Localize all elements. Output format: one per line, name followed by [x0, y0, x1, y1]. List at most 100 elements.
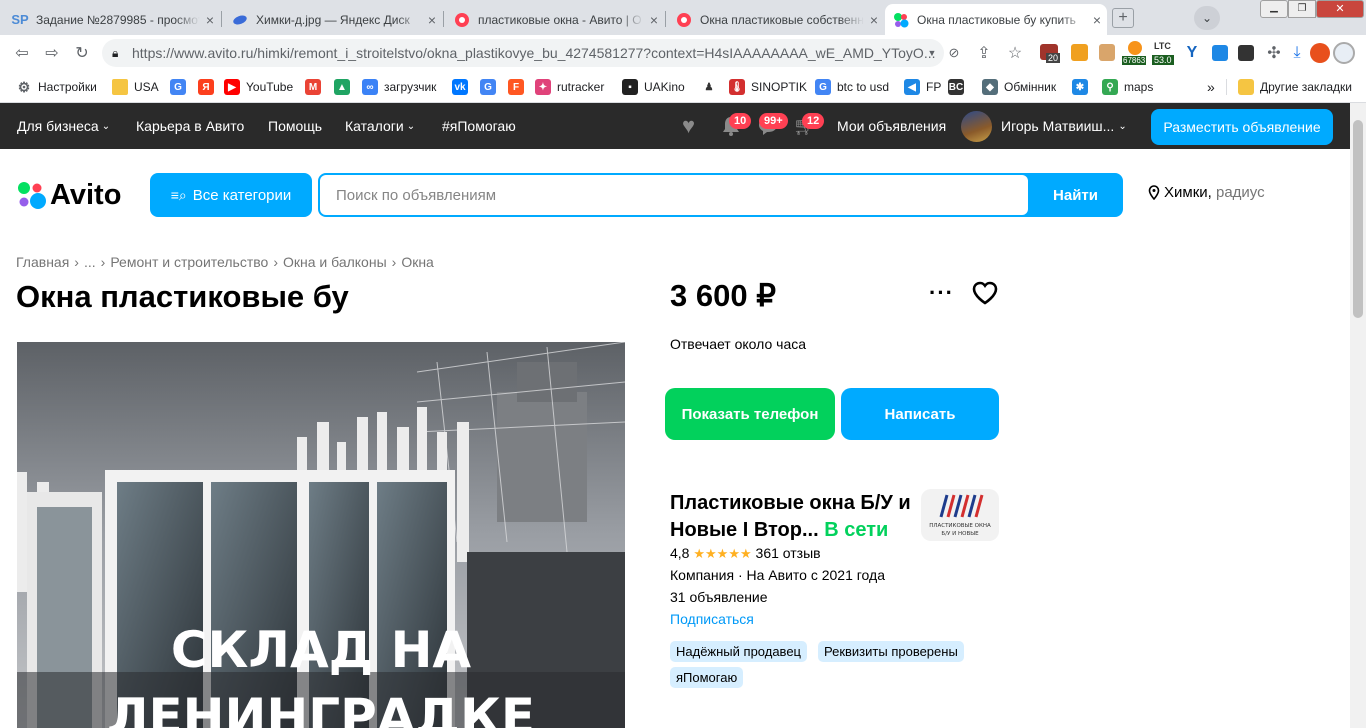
bookmark-item[interactable]: Я [198, 72, 220, 102]
seller-name-block[interactable]: Пластиковые окна Б/У и Новые I Втор... В… [670, 490, 915, 544]
lock-icon[interactable]: 🔒︎ [112, 39, 118, 67]
browser-tab[interactable]: Окна пластиковые собственн × [668, 4, 884, 35]
browser-tab-strip: SP Задание №2879985 - просмот × Химки-д.… [0, 0, 1366, 35]
tab-close-icon[interactable]: × [644, 12, 664, 28]
tab-close-icon[interactable]: × [200, 12, 220, 28]
bookmark-item[interactable]: ◀ FP [904, 72, 941, 102]
bookmark-favicon-icon: F [508, 79, 524, 95]
menu-icon[interactable] [1333, 42, 1355, 64]
bookmark-item[interactable]: ⚲ maps [1102, 72, 1153, 102]
breadcrumb-item[interactable]: ... [84, 254, 96, 270]
yapomogayu-link[interactable]: #яПомогаю [442, 103, 516, 149]
seller-logo[interactable]: ПЛАСТИКОВЫЕ ОКНА Б/У И НОВЫЕ [921, 489, 999, 541]
forward-icon[interactable]: ⇨ [40, 41, 64, 65]
bookmark-item[interactable]: 🌡︎ SINOPTIK [729, 72, 807, 102]
bookmark-item[interactable]: ▲ [334, 72, 356, 102]
catalogs-menu[interactable]: Каталоги ⌄ [345, 103, 415, 149]
bookmark-item[interactable]: ▪ UAKino [622, 72, 685, 102]
bookmark-item[interactable]: M [305, 72, 327, 102]
bookmark-favicon-icon: G [480, 79, 496, 95]
breadcrumb-item[interactable]: Окна и балконы [283, 254, 387, 270]
minimize-icon[interactable]: ▁ [1260, 0, 1288, 18]
back-icon[interactable]: ⇦ [10, 41, 34, 65]
browser-tab[interactable]: пластиковые окна - Авито | О × [446, 4, 664, 35]
blocked-icon[interactable]: ⊘ [942, 41, 966, 65]
listing-photo[interactable]: СКЛАД НА ЛЕНИНГРАДКЕ [17, 342, 625, 728]
career-link[interactable]: Карьера в Авито [136, 103, 244, 149]
extension-shield-icon[interactable]: 20 [1040, 44, 1061, 63]
scrollbar-thumb[interactable] [1353, 120, 1363, 318]
puzzle-extensions-icon[interactable]: ✣ [1262, 41, 1286, 65]
favorites-heart-icon[interactable]: ♥ [682, 103, 695, 149]
extension-icon[interactable] [1071, 44, 1088, 61]
address-bar[interactable]: 🔒︎ https://www.avito.ru/himki/remont_i_s… [102, 39, 944, 67]
bookmark-item[interactable]: ▶ YouTube [224, 72, 293, 102]
show-phone-button[interactable]: Показать телефон [665, 388, 835, 440]
restore-icon[interactable]: ❐ [1288, 0, 1316, 18]
messages-badge: 99+ [759, 113, 788, 129]
reload-icon[interactable]: ↻ [70, 41, 94, 65]
breadcrumb-item[interactable]: Окна [401, 254, 434, 270]
bookmark-item[interactable]: ✱ [1072, 72, 1094, 102]
profile-avatar[interactable] [1310, 43, 1330, 63]
my-ads-link[interactable]: Мои объявления [837, 103, 946, 149]
bookmark-item[interactable]: F [508, 72, 530, 102]
bookmark-item[interactable]: ✦ rutracker [535, 72, 604, 102]
bookmark-item[interactable]: BC [948, 72, 970, 102]
bookmark-item[interactable]: Gbtc to usd [815, 72, 889, 102]
extension-icon[interactable] [1238, 45, 1254, 61]
extension-icon[interactable] [1099, 44, 1115, 61]
location-selector[interactable]: Химки, радиус [1148, 184, 1265, 201]
browser-tab[interactable]: Химки-д.jpg — Яндекс Диск × [224, 4, 442, 35]
other-bookmarks-folder[interactable]: Другие закладки [1238, 72, 1352, 102]
btc-extension-icon[interactable]: 67863 [1122, 41, 1150, 67]
bookmark-item[interactable]: G [480, 72, 502, 102]
tab-search-chevron-down-icon[interactable]: ⌄ [1194, 6, 1220, 30]
extension-v-icon[interactable]: Y [1180, 41, 1204, 65]
user-menu[interactable]: Игорь Матвииш... ⌄ [1001, 103, 1127, 149]
post-ad-button[interactable]: Разместить объявление [1151, 109, 1333, 145]
seller-rating[interactable]: 4,8 ★★★★★ 361 отзыв [670, 545, 821, 562]
bookmark-item[interactable]: ⚙ Настройки [16, 72, 97, 102]
all-categories-button[interactable]: ≡⌕ Все категории [150, 173, 312, 217]
bookmark-label: USA [134, 80, 159, 94]
bookmarks-bar: ⚙ Настройки USA G Я ▶ YouTube M ▲ ∞ загрузчик vk G F ✦… [0, 72, 1366, 103]
close-window-icon[interactable]: ✕ [1316, 0, 1364, 18]
new-tab-icon[interactable]: + [1112, 8, 1134, 28]
user-avatar[interactable] [961, 111, 992, 142]
downloads-icon[interactable]: ⤓ [1285, 41, 1309, 65]
avito-logo[interactable]: Avito [16, 178, 121, 212]
breadcrumb-item[interactable]: Ремонт и строительство [110, 254, 268, 270]
write-message-button[interactable]: Написать [841, 388, 999, 440]
find-button[interactable]: Найти [1028, 173, 1123, 217]
favorite-heart-icon[interactable] [971, 280, 999, 311]
subscribe-link[interactable]: Подписаться [670, 611, 754, 627]
download-extension-icon[interactable] [1212, 45, 1228, 61]
avito-logo-text: Avito [50, 178, 122, 211]
bookmark-item[interactable]: ∞ загрузчик [362, 72, 436, 102]
bookmark-item[interactable]: G [170, 72, 192, 102]
tab-close-icon[interactable]: × [422, 12, 442, 28]
bookmark-star-icon[interactable]: ☆ [1003, 41, 1027, 65]
help-link[interactable]: Помощь [268, 103, 322, 149]
bookmark-item[interactable]: ♟ [701, 72, 723, 102]
browser-tab-active[interactable]: Окна пластиковые бу купить × [885, 4, 1107, 35]
breadcrumb-item[interactable]: Главная [16, 254, 69, 270]
tab-close-icon[interactable]: × [864, 12, 884, 28]
bookmark-favicon-icon: ⚙ [17, 78, 31, 95]
other-bookmarks-label: Другие закладки [1260, 80, 1352, 94]
omnibox-dropdown-icon[interactable]: ▼ [920, 41, 944, 65]
bookmark-item[interactable]: vk [452, 72, 474, 102]
tab-close-icon[interactable]: × [1087, 12, 1107, 28]
bookmark-item[interactable]: USA [112, 72, 159, 102]
tab-favicon: SP [11, 12, 29, 27]
bookmarks-overflow-icon[interactable]: » [1207, 72, 1215, 102]
ltc-extension-icon[interactable]: LTC 53.0 [1152, 41, 1176, 67]
seller-ads-count[interactable]: 31 объявление [670, 589, 768, 605]
browser-tab[interactable]: SP Задание №2879985 - просмот × [4, 4, 220, 35]
for-business-menu[interactable]: Для бизнеса ⌄ [17, 103, 110, 149]
more-options-icon[interactable]: ··· [929, 280, 954, 306]
share-icon[interactable]: ⇪ [972, 41, 996, 65]
bookmark-item[interactable]: ◆ Обмінник [982, 72, 1056, 102]
search-input[interactable] [320, 175, 1028, 215]
